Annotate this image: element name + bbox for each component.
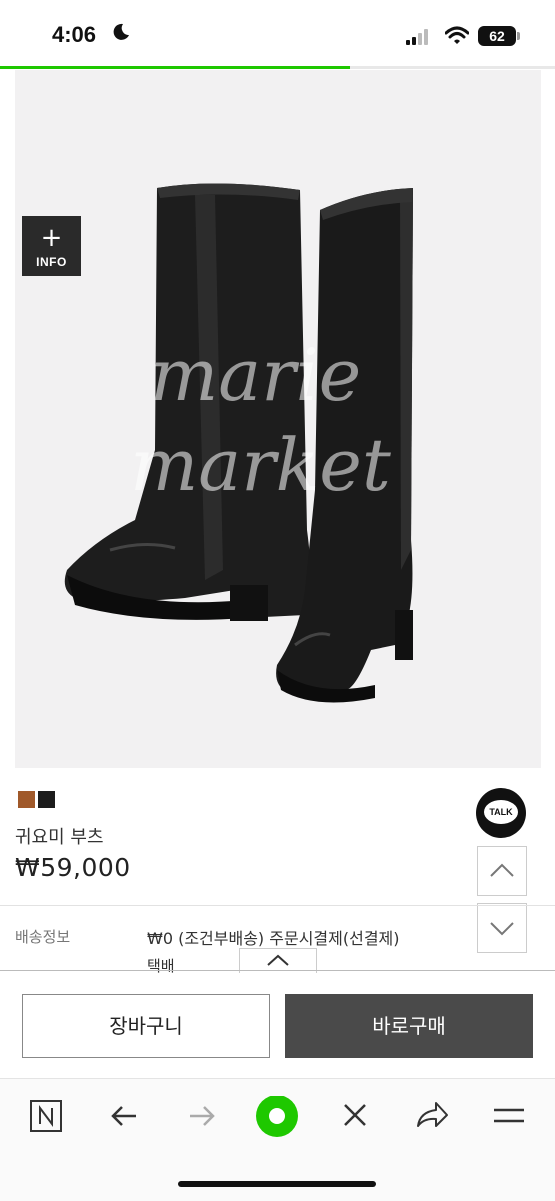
buy-now-button[interactable]: 바로구매 xyxy=(285,994,533,1058)
plus-icon: + xyxy=(40,223,63,253)
chevron-up-icon xyxy=(490,863,514,877)
scroll-up-button[interactable] xyxy=(477,846,527,896)
product-price: ₩59,000 xyxy=(15,853,131,882)
boots-illustration: marie market xyxy=(64,183,413,703)
naver-n-icon[interactable] xyxy=(30,1096,62,1136)
chevron-down-icon xyxy=(490,922,514,936)
menu-icon[interactable] xyxy=(492,1096,526,1136)
battery-icon: 62 xyxy=(478,26,516,46)
page-load-progress xyxy=(0,66,350,69)
status-time: 4:06 xyxy=(52,22,97,47)
shipping-label: 배송정보 xyxy=(15,928,71,946)
action-bar-divider xyxy=(0,970,555,971)
talk-bubble-icon: TALK xyxy=(484,800,518,824)
color-swatch-black[interactable] xyxy=(38,791,55,808)
divider xyxy=(0,905,555,906)
close-icon[interactable] xyxy=(340,1096,370,1136)
shipping-value: ₩0 (조건부배송) 주문시결제(선결제) xyxy=(147,929,400,948)
share-icon[interactable] xyxy=(414,1096,450,1136)
product-image[interactable]: marie market xyxy=(15,70,541,768)
color-swatch-brown[interactable] xyxy=(18,791,35,808)
forward-arrow-icon[interactable] xyxy=(186,1096,218,1136)
svg-text:marie: marie xyxy=(150,333,361,417)
green-dot-icon[interactable] xyxy=(255,1096,299,1140)
moon-icon xyxy=(113,23,129,40)
info-button[interactable]: + INFO xyxy=(22,216,81,276)
svg-text:market: market xyxy=(130,423,392,507)
wifi-icon xyxy=(445,26,469,44)
scroll-down-button[interactable] xyxy=(477,903,527,953)
shipping-method: 택배 xyxy=(147,957,175,975)
battery-tip xyxy=(517,32,520,40)
product-name: 귀요미 부츠 xyxy=(15,827,104,848)
add-to-cart-button[interactable]: 장바구니 xyxy=(22,994,270,1058)
home-indicator xyxy=(178,1181,376,1187)
cellular-signal-icon xyxy=(406,29,428,45)
back-arrow-icon[interactable] xyxy=(108,1096,140,1136)
info-label: INFO xyxy=(36,255,67,269)
